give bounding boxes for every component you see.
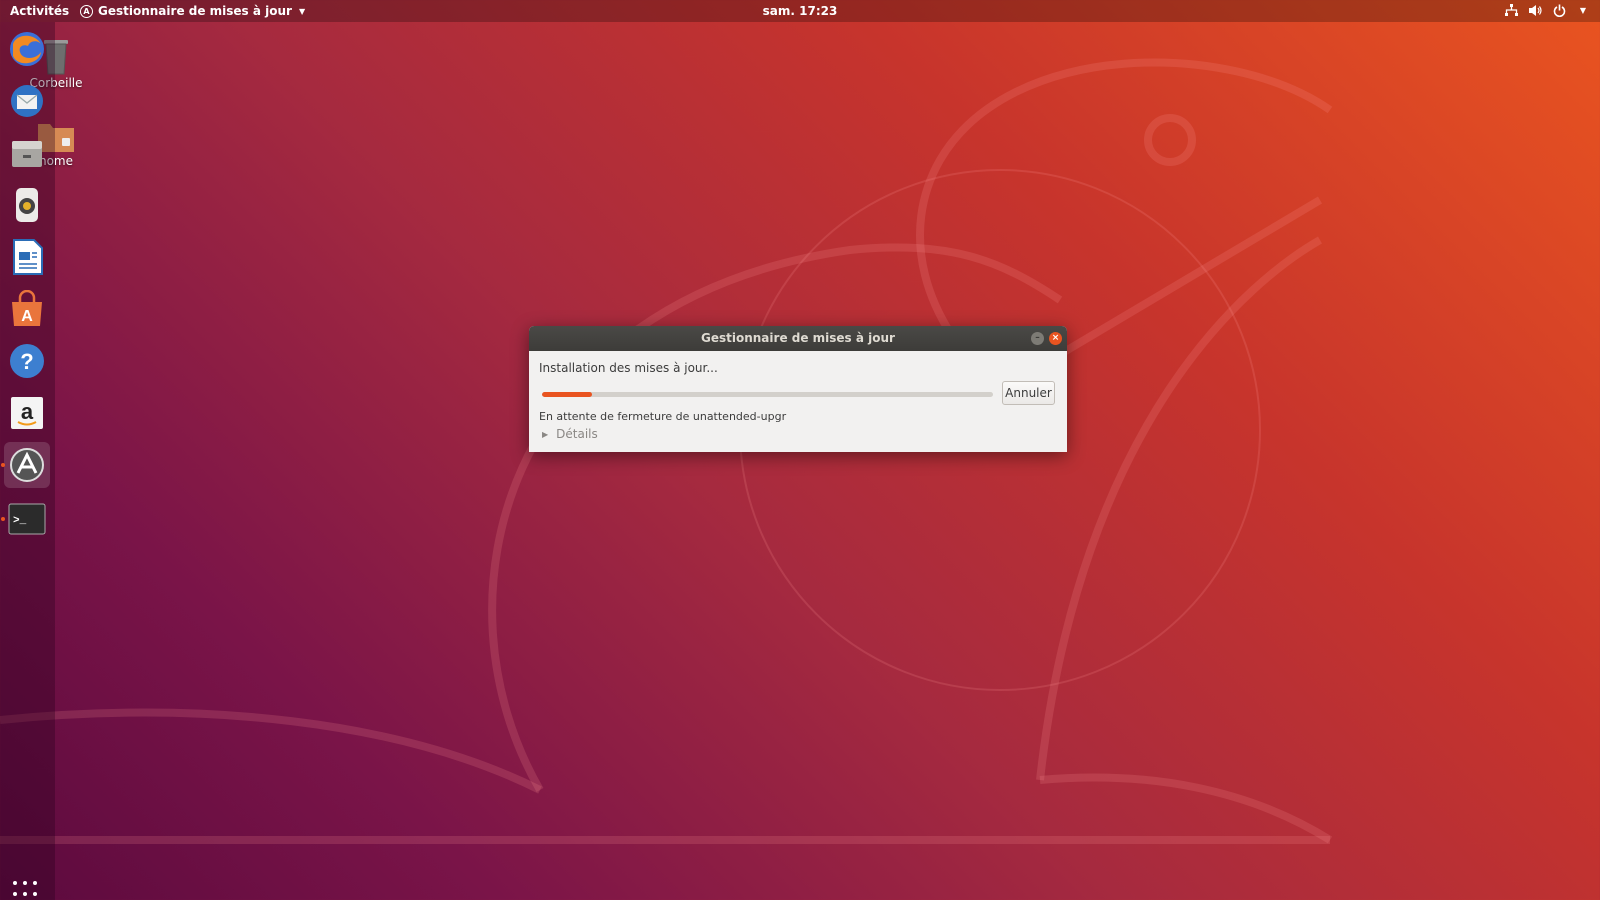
dock-terminal[interactable]: >_ (4, 496, 50, 542)
status-menu[interactable]: ▼ (1504, 3, 1590, 17)
help-glyph: ? (20, 349, 33, 374)
terminal-icon: >_ (8, 503, 46, 535)
updater-icon: A (80, 4, 93, 18)
dialog-heading: Installation des mises à jour... (539, 361, 718, 375)
rhythmbox-icon (16, 188, 38, 222)
close-button[interactable]: × (1049, 332, 1062, 345)
amazon-glyph: a (21, 399, 34, 424)
terminal-prompt: >_ (13, 515, 27, 527)
dock-amazon[interactable]: a (4, 390, 50, 436)
app-menu[interactable]: A Gestionnaire de mises à jour ▼ (80, 4, 305, 18)
expander-arrow-icon: ▶ (542, 429, 549, 439)
firefox-icon (10, 32, 44, 66)
running-indicator (1, 517, 5, 521)
top-bar: Activités A Gestionnaire de mises à jour… (0, 0, 1600, 22)
dock-writer[interactable] (4, 234, 50, 280)
dock-rhythmbox[interactable] (4, 182, 50, 228)
status-text: En attente de fermeture de unattended-up… (539, 410, 787, 423)
volume-icon (1528, 3, 1542, 17)
software-glyph: A (21, 308, 33, 325)
dialog-title: Gestionnaire de mises à jour (701, 331, 895, 345)
amazon-icon: a (11, 397, 43, 429)
cancel-button[interactable]: Annuler (1002, 381, 1055, 405)
help-icon: ? (10, 344, 44, 378)
network-icon (1504, 3, 1518, 17)
power-icon (1552, 3, 1566, 17)
update-dialog: Gestionnaire de mises à jour – × Install… (529, 326, 1067, 452)
dock-firefox[interactable] (4, 26, 50, 72)
updater-icon (10, 448, 44, 482)
chevron-down-icon: ▼ (298, 6, 306, 16)
dock-software[interactable]: A (4, 286, 50, 332)
dialog-titlebar[interactable]: Gestionnaire de mises à jour – × (529, 326, 1067, 351)
clock[interactable]: sam. 17:23 (763, 4, 838, 18)
details-expander[interactable]: ▶ Détails (542, 427, 598, 441)
show-applications-button[interactable] (13, 881, 41, 900)
thunderbird-icon (11, 85, 43, 117)
dock-files[interactable] (4, 130, 50, 176)
software-icon: A (12, 290, 42, 326)
dock: A ? a >_ (0, 22, 55, 900)
app-menu-label: Gestionnaire de mises à jour (98, 4, 292, 18)
minimize-button[interactable]: – (1031, 332, 1044, 345)
dock-software-updater[interactable] (4, 442, 50, 488)
activities-button[interactable]: Activités (10, 4, 69, 18)
progress-fill (542, 392, 592, 397)
writer-icon (13, 239, 43, 275)
chevron-down-icon: ▼ (1579, 5, 1587, 15)
files-icon (12, 141, 42, 167)
dock-help[interactable]: ? (4, 338, 50, 384)
running-indicator (1, 463, 5, 467)
progress-bar (542, 392, 993, 397)
details-label: Détails (556, 427, 598, 441)
dock-thunderbird[interactable] (4, 78, 50, 124)
